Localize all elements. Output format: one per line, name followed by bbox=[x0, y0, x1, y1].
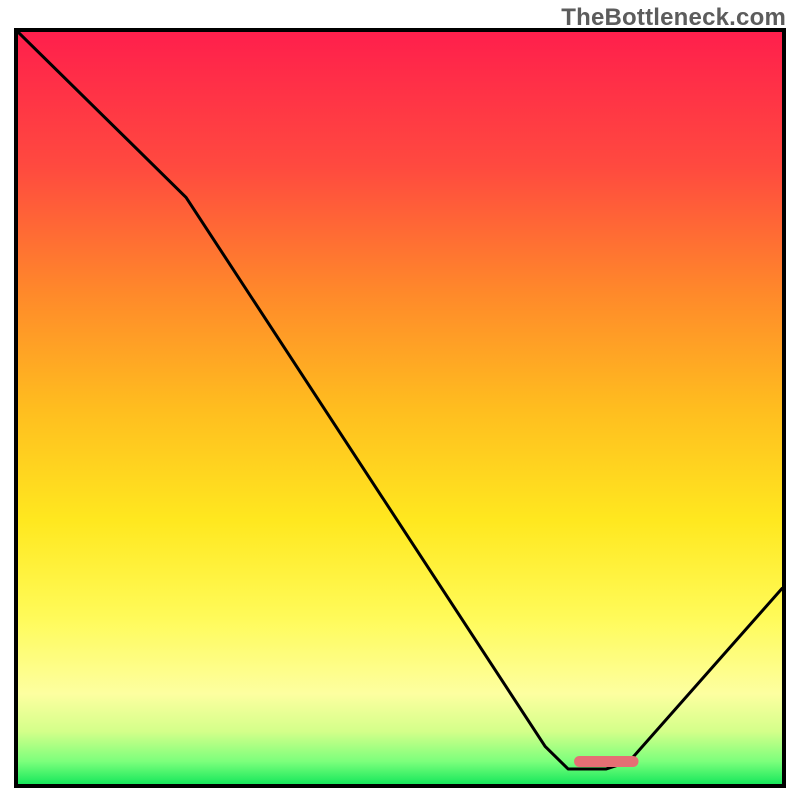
plot-area bbox=[18, 32, 782, 784]
chart-frame bbox=[14, 28, 786, 788]
chart-svg bbox=[18, 32, 782, 784]
